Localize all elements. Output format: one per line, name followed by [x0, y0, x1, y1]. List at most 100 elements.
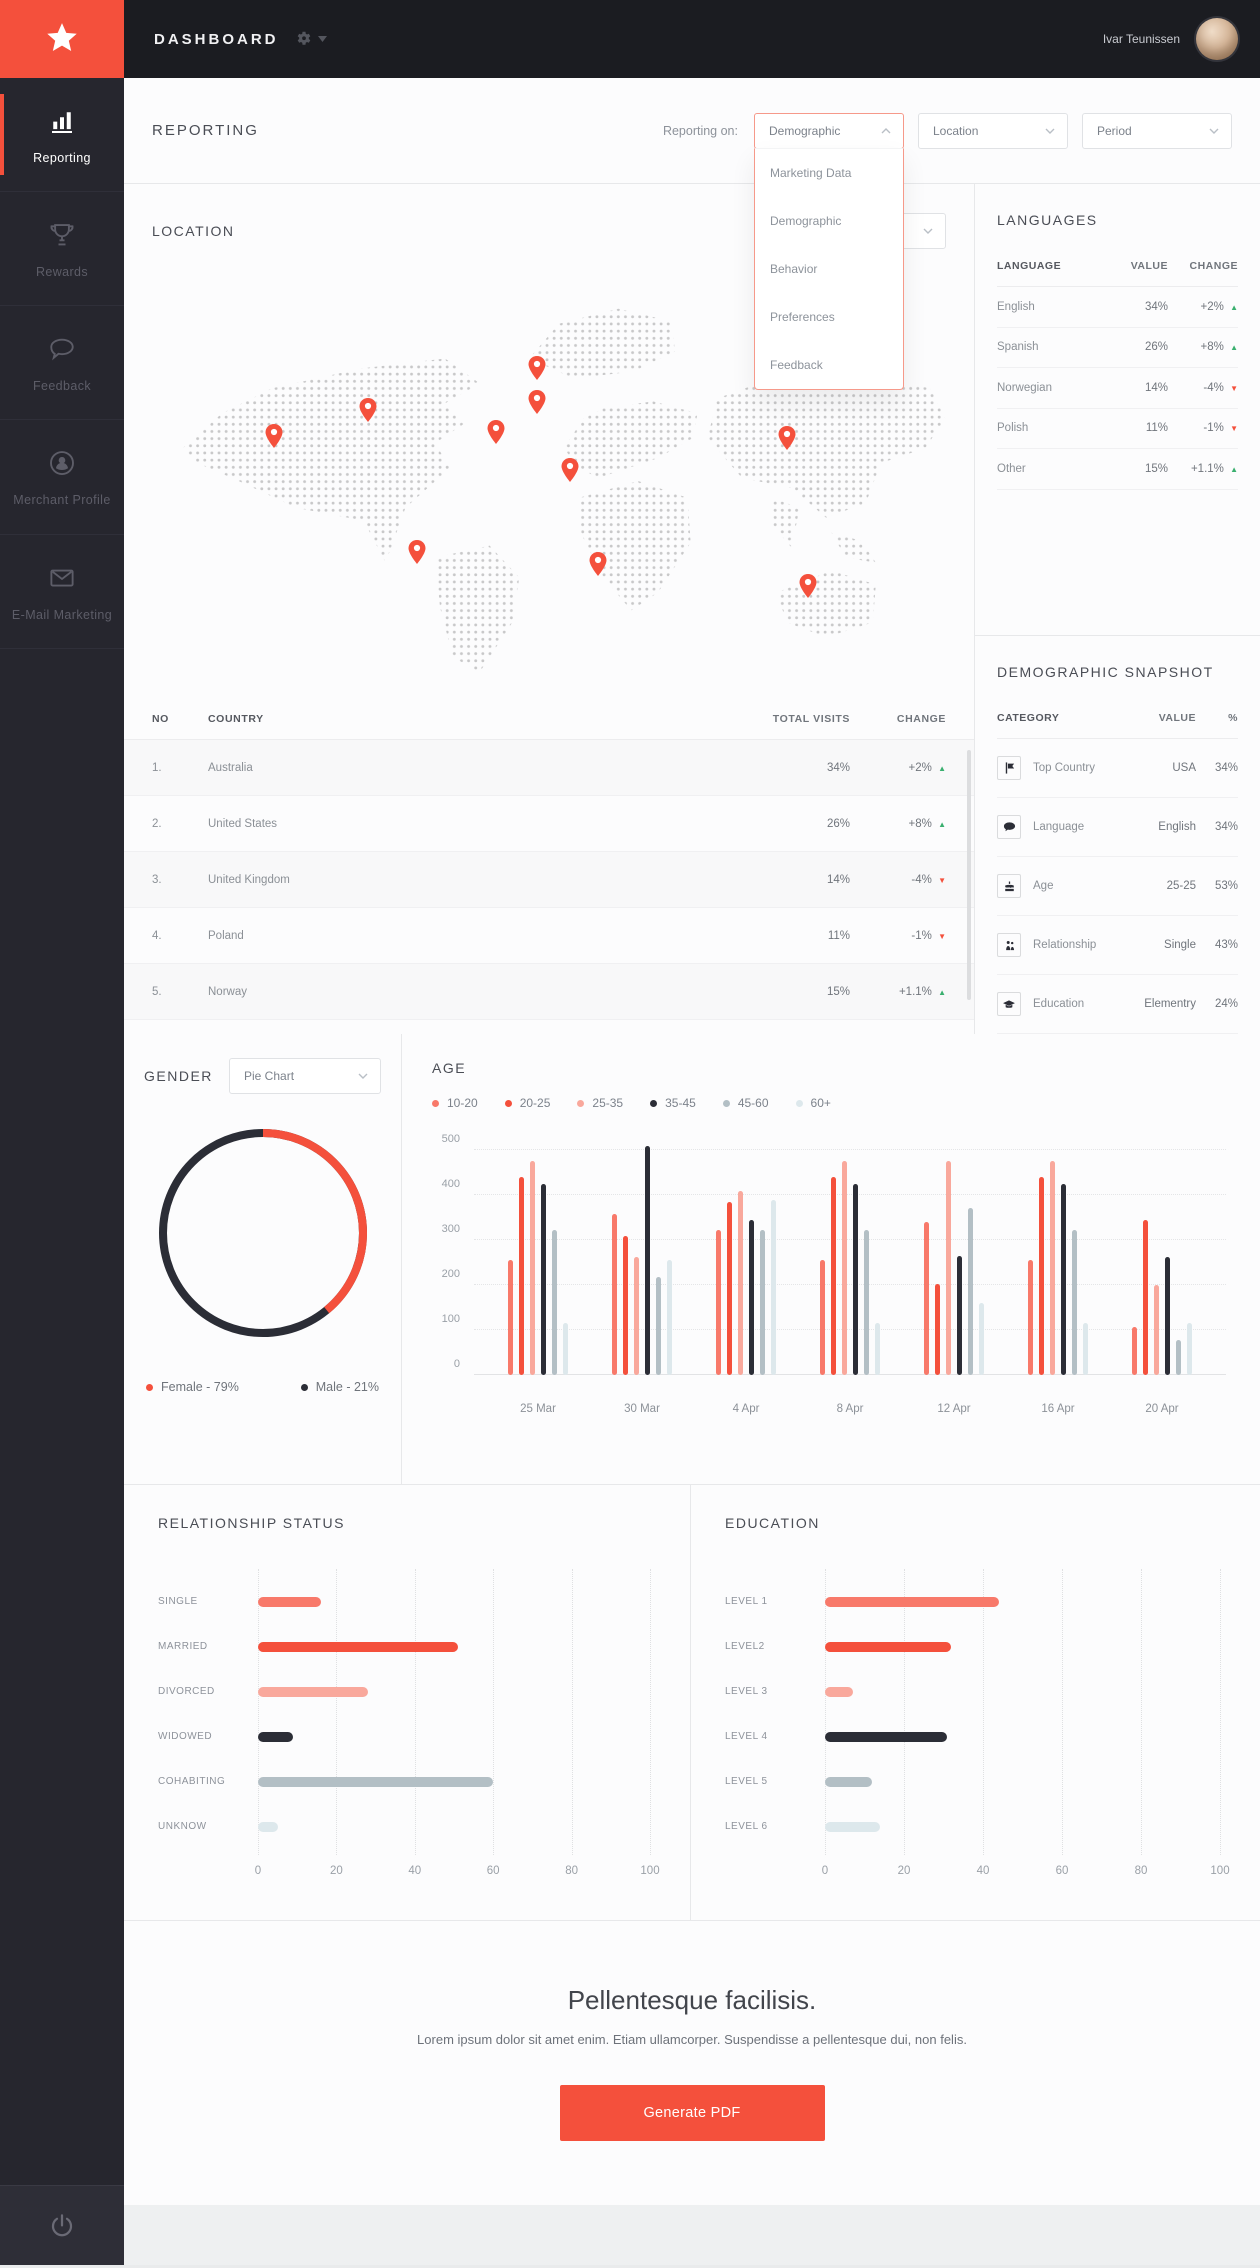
- category-label: DIVORCED: [158, 1686, 246, 1697]
- map-pin-icon[interactable]: [528, 390, 545, 414]
- bar-60[interactable]: [563, 1323, 568, 1375]
- bar-level-6[interactable]: [825, 1822, 880, 1832]
- bar-35-45[interactable]: [541, 1184, 546, 1375]
- bar-20-25[interactable]: [519, 1177, 524, 1375]
- dropdown-option-behavior[interactable]: Behavior: [755, 245, 903, 293]
- bar-20-25[interactable]: [623, 1236, 628, 1375]
- bar-60[interactable]: [1083, 1323, 1088, 1375]
- map-pin-icon[interactable]: [779, 426, 796, 450]
- bar-45-60[interactable]: [656, 1277, 661, 1375]
- bar-25-35[interactable]: [842, 1161, 847, 1375]
- sidebar-item-rewards[interactable]: Rewards: [0, 192, 124, 306]
- bar-60[interactable]: [1187, 1323, 1192, 1375]
- bar-20-25[interactable]: [1143, 1220, 1148, 1375]
- bar-10-20[interactable]: [1132, 1327, 1137, 1375]
- bar-cohabiting[interactable]: [258, 1777, 493, 1787]
- bar-25-35[interactable]: [634, 1257, 639, 1375]
- dropdown-option-feedback[interactable]: Feedback: [755, 341, 903, 389]
- sidebar-item-merchant-profile[interactable]: Merchant Profile: [0, 420, 124, 534]
- logout-button[interactable]: [0, 2185, 124, 2265]
- bar-married[interactable]: [258, 1642, 458, 1652]
- bar-level-3[interactable]: [825, 1687, 853, 1697]
- map-pin-icon[interactable]: [528, 356, 545, 380]
- bar-25-35[interactable]: [530, 1161, 535, 1375]
- table-row[interactable]: 2.United States26%+8% ▲: [124, 796, 974, 852]
- up-triangle-icon: ▲: [938, 988, 946, 997]
- hbar-row-unknow: UNKNOW: [258, 1804, 650, 1849]
- bar-45-60[interactable]: [1176, 1340, 1181, 1375]
- bar-60[interactable]: [875, 1323, 880, 1375]
- bar-35-45[interactable]: [853, 1184, 858, 1375]
- bar-unknow[interactable]: [258, 1822, 278, 1832]
- bar-level-4[interactable]: [825, 1732, 947, 1742]
- bar-45-60[interactable]: [760, 1230, 765, 1375]
- bar-20-25[interactable]: [935, 1284, 940, 1375]
- bar-10-20[interactable]: [508, 1260, 513, 1375]
- bar-20-25[interactable]: [831, 1177, 836, 1375]
- bar-25-35[interactable]: [1050, 1161, 1055, 1375]
- location-select[interactable]: Location: [918, 113, 1068, 149]
- table-row[interactable]: 3.United Kingdom14%-4% ▼: [124, 852, 974, 908]
- bar-20-25[interactable]: [727, 1202, 732, 1375]
- bar-20-25[interactable]: [1039, 1177, 1044, 1375]
- reporting-on-select[interactable]: Demographic: [754, 113, 904, 149]
- dropdown-option-marketing-data[interactable]: Marketing Data: [755, 149, 903, 197]
- bar-level2[interactable]: [825, 1642, 951, 1652]
- bar-divorced[interactable]: [258, 1687, 368, 1697]
- bar-10-20[interactable]: [612, 1214, 617, 1375]
- legend-dot-icon: [577, 1100, 584, 1107]
- gender-chart-type-select[interactable]: Pie Chart: [229, 1058, 381, 1094]
- bar-single[interactable]: [258, 1597, 321, 1607]
- sidebar-item-feedback[interactable]: Feedback: [0, 306, 124, 420]
- map-pin-icon[interactable]: [265, 424, 282, 448]
- bar-45-60[interactable]: [1072, 1230, 1077, 1375]
- bar-35-45[interactable]: [957, 1256, 962, 1375]
- bar-10-20[interactable]: [716, 1230, 721, 1375]
- map-pin-icon[interactable]: [409, 540, 426, 564]
- sidebar-item-reporting[interactable]: Reporting: [0, 78, 124, 192]
- period-select[interactable]: Period: [1082, 113, 1232, 149]
- bar-widowed[interactable]: [258, 1732, 293, 1742]
- bar-10-20[interactable]: [924, 1222, 929, 1375]
- snapshot-row: RelationshipSingle43%: [997, 916, 1238, 975]
- bar-60[interactable]: [771, 1200, 776, 1376]
- bar-35-45[interactable]: [1061, 1184, 1066, 1375]
- bar-10-20[interactable]: [1028, 1260, 1033, 1375]
- app-logo[interactable]: [0, 0, 124, 78]
- bar-60[interactable]: [979, 1303, 984, 1375]
- sidebar-item-e-mail-marketing[interactable]: E-Mail Marketing: [0, 535, 124, 649]
- age-bar-group-30-mar: 30 Mar: [612, 1150, 672, 1375]
- bar-35-45[interactable]: [749, 1220, 754, 1375]
- map-pin-icon[interactable]: [487, 420, 504, 444]
- map-pin-icon[interactable]: [590, 552, 607, 576]
- bar-35-45[interactable]: [645, 1146, 650, 1376]
- bar-45-60[interactable]: [864, 1230, 869, 1375]
- chevron-down-icon: [923, 228, 933, 234]
- bar-45-60[interactable]: [552, 1230, 557, 1375]
- map-pin-icon[interactable]: [799, 574, 816, 598]
- bar-25-35[interactable]: [1154, 1285, 1159, 1375]
- dropdown-option-demographic[interactable]: Demographic: [755, 197, 903, 245]
- map-pin-icon[interactable]: [360, 398, 377, 422]
- dropdown-option-preferences[interactable]: Preferences: [755, 293, 903, 341]
- table-row[interactable]: 1.Australia34%+2% ▲: [124, 740, 974, 796]
- bar-45-60[interactable]: [968, 1208, 973, 1375]
- up-triangle-icon: ▲: [1230, 465, 1238, 474]
- table-row[interactable]: 5.Norway15%+1.1% ▲: [124, 964, 974, 1020]
- bar-25-35[interactable]: [738, 1191, 743, 1376]
- hbar-row-cohabiting: COHABITING: [258, 1759, 650, 1804]
- map-pin-icon[interactable]: [561, 458, 578, 482]
- bar-25-35[interactable]: [946, 1161, 951, 1375]
- bar-level-5[interactable]: [825, 1777, 872, 1787]
- bar-10-20[interactable]: [820, 1260, 825, 1375]
- bar-level-1[interactable]: [825, 1597, 999, 1607]
- people-icon: [997, 933, 1021, 957]
- settings-control[interactable]: [295, 30, 327, 48]
- table-scrollbar[interactable]: [967, 750, 971, 1000]
- table-row[interactable]: 4.Poland11%-1% ▼: [124, 908, 974, 964]
- bar-35-45[interactable]: [1165, 1257, 1170, 1375]
- generate-pdf-button[interactable]: Generate PDF: [560, 2085, 825, 2141]
- user-avatar[interactable]: [1196, 18, 1238, 60]
- y-axis-tick: 200: [442, 1268, 460, 1280]
- bar-60[interactable]: [667, 1260, 672, 1375]
